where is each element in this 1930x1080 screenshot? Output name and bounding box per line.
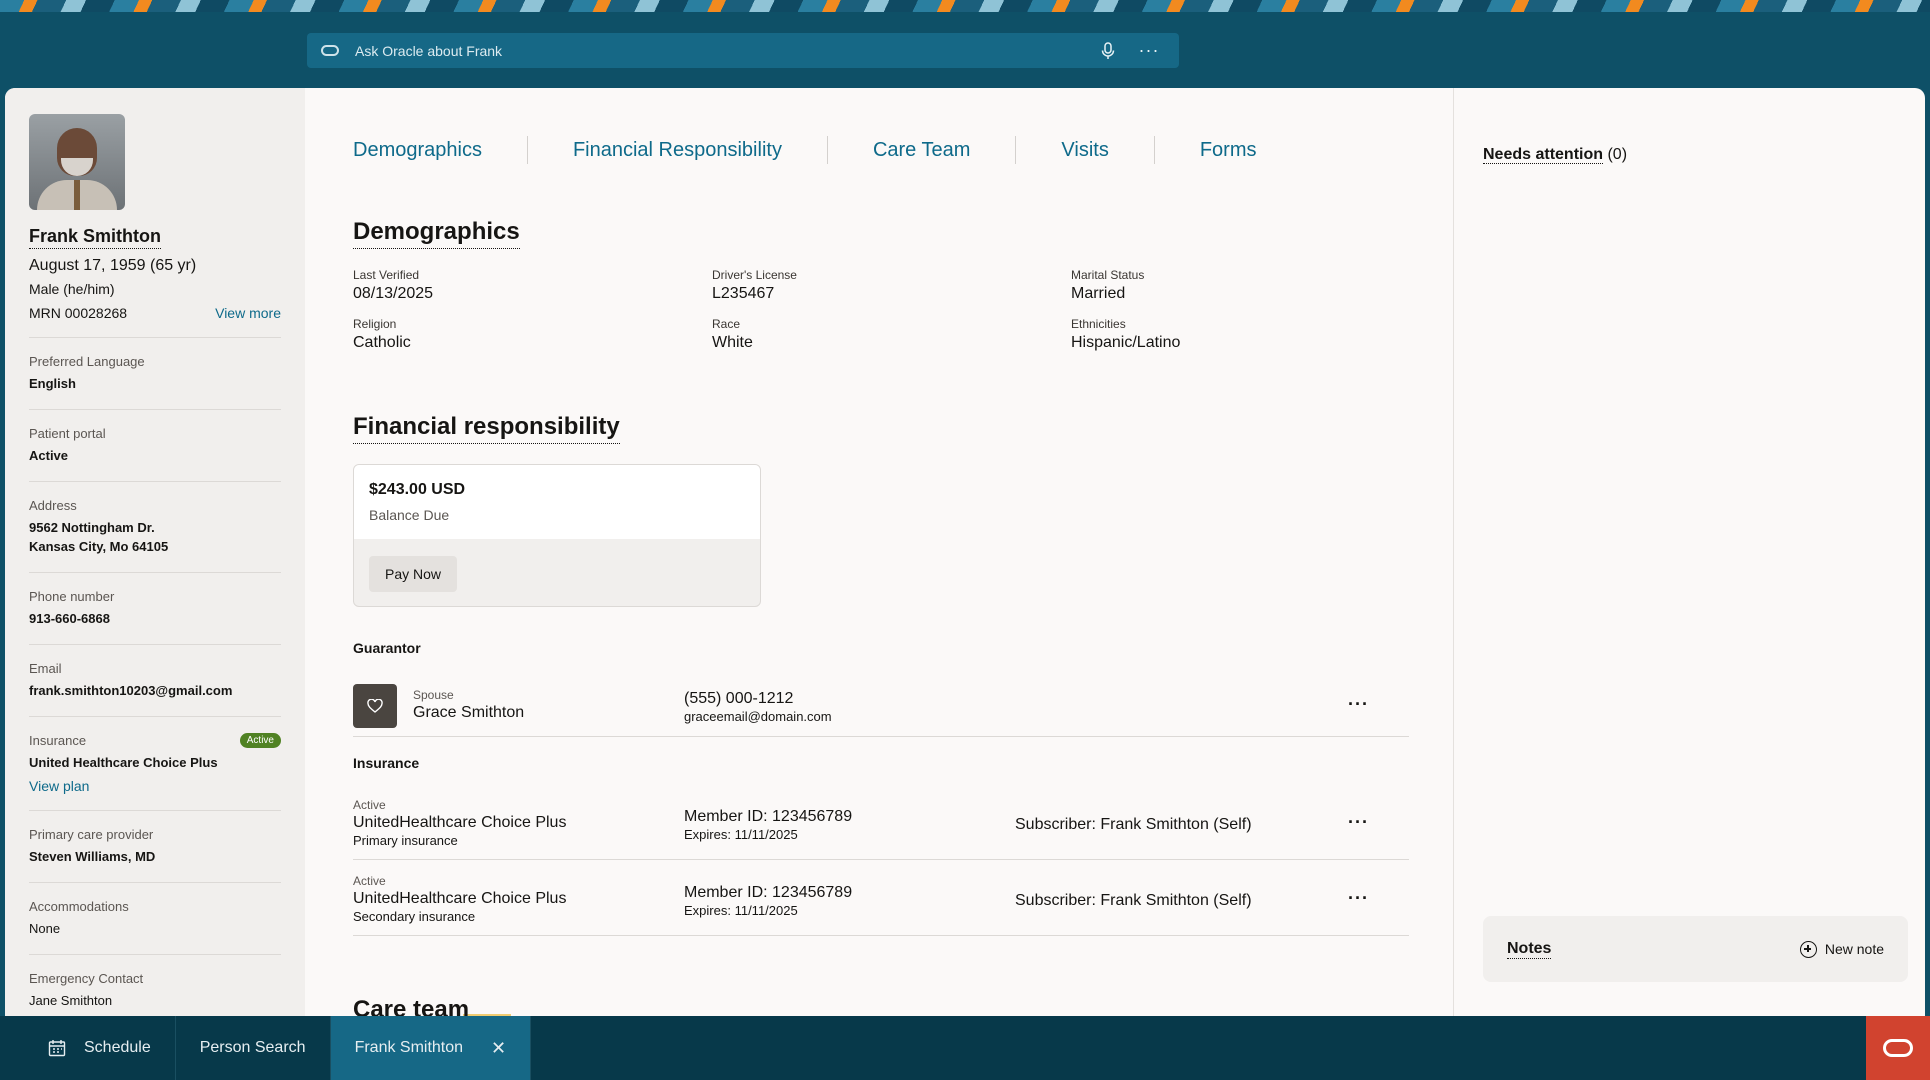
patient-chart: Frank Smithton August 17, 1959 (65 yr) M… <box>5 88 1925 1016</box>
demographics-title: Demographics <box>353 218 520 249</box>
tab-financial-responsibility[interactable]: Financial Responsibility <box>528 136 828 164</box>
notes-title[interactable]: Notes <box>1507 940 1552 959</box>
section-tabs: Demographics Financial Responsibility Ca… <box>353 136 1301 164</box>
insurance-title: Insurance <box>353 755 420 771</box>
app-header: Ask Oracle about Frank ··· <box>5 12 1925 88</box>
patient-name[interactable]: Frank Smithton <box>29 226 162 249</box>
field-drivers-license: Driver's License L235467 <box>712 268 797 302</box>
patient-gender: Male (he/him) <box>29 281 115 297</box>
insurance-row-primary: Active UnitedHealthcare Choice Plus Prim… <box>353 798 1409 860</box>
insurance-more-icon[interactable]: ··· <box>1348 888 1369 909</box>
guarantor-title: Guarantor <box>353 640 421 656</box>
emergency-contact: Emergency Contact Jane Smithton <box>29 954 281 1010</box>
needs-attention[interactable]: Needs attention (0) <box>1483 146 1627 164</box>
address: Address 9562 Nottingham Dr. Kansas City,… <box>29 481 281 556</box>
guarantor-email: graceemail@domain.com <box>684 709 832 724</box>
accommodations: Accommodations None <box>29 882 281 938</box>
ask-oracle-bar[interactable]: Ask Oracle about Frank ··· <box>307 33 1179 68</box>
needs-attention-count: (0) <box>1607 146 1628 163</box>
field-race: Race White <box>712 317 753 351</box>
status-badge: Active <box>239 733 281 748</box>
chart-content: Demographics Financial Responsibility Ca… <box>353 88 1413 1016</box>
patient-sidebar: Frank Smithton August 17, 1959 (65 yr) M… <box>5 88 305 1016</box>
new-note-button[interactable]: New note <box>1799 940 1884 958</box>
view-plan-link[interactable]: View plan <box>29 778 281 794</box>
patient-dob: August 17, 1959 (65 yr) <box>29 257 197 274</box>
phone-number: Phone number 913-660-6868 <box>29 572 281 628</box>
plus-circle-icon <box>1799 940 1817 958</box>
primary-care-provider: Primary care provider Steven Williams, M… <box>29 810 281 866</box>
demographics-grid: Last Verified 08/13/2025 Driver's License… <box>353 268 1353 352</box>
field-religion: Religion Catholic <box>353 317 411 351</box>
tab-forms[interactable]: Forms <box>1155 136 1302 164</box>
right-panel: Needs attention (0) Notes New note <box>1453 88 1925 1016</box>
notes-panel: Notes New note <box>1483 916 1908 982</box>
balance-card: $243.00 USD Balance Due Pay Now <box>353 464 761 607</box>
oracle-logo-icon <box>1883 1039 1913 1057</box>
close-icon[interactable]: ✕ <box>491 1038 506 1059</box>
more-options-icon[interactable]: ··· <box>1137 40 1161 61</box>
insurance-row-secondary: Active UnitedHealthcare Choice Plus Seco… <box>353 874 1409 936</box>
patient-portal: Patient portal Active <box>29 409 281 465</box>
field-marital-status: Marital Status Married <box>1071 268 1145 302</box>
field-last-verified: Last Verified 08/13/2025 <box>353 268 434 302</box>
balance-label: Balance Due <box>369 507 450 523</box>
tab-demographics[interactable]: Demographics <box>353 136 528 164</box>
task-patient-tab[interactable]: Frank Smithton ✕ <box>330 1016 532 1080</box>
header-banner <box>0 0 1930 12</box>
oracle-icon <box>321 45 339 56</box>
guarantor-relation: Spouse <box>413 688 454 702</box>
email: Email frank.smithton10203@gmail.com <box>29 644 281 700</box>
view-more-link[interactable]: View more <box>215 305 281 321</box>
tab-visits[interactable]: Visits <box>1016 136 1155 164</box>
microphone-icon[interactable] <box>1097 40 1119 62</box>
patient-avatar <box>29 114 125 210</box>
task-schedule[interactable]: Schedule <box>0 1016 176 1080</box>
patient-mrn: MRN 00028268 <box>29 305 128 321</box>
guarantor-name: Grace Smithton <box>413 704 525 721</box>
financial-title: Financial responsibility <box>353 413 620 444</box>
insurance-more-icon[interactable]: ··· <box>1348 812 1369 833</box>
bottom-taskbar: Schedule Person Search Frank Smithton ✕ <box>0 1016 1930 1080</box>
oracle-assistant-button[interactable] <box>1866 1016 1930 1080</box>
guarantor-row: Spouse Grace Smithton (555) 000-1212 gra… <box>353 684 1409 737</box>
guarantor-phone: (555) 000-1212 <box>684 690 794 707</box>
task-person-search[interactable]: Person Search <box>176 1016 331 1080</box>
calendar-icon <box>48 1040 66 1057</box>
preferred-language: Preferred Language English <box>29 337 281 393</box>
care-team-title: Care team <box>353 996 469 1016</box>
tab-care-team[interactable]: Care Team <box>828 136 1017 164</box>
guarantor-more-icon[interactable]: ··· <box>1348 694 1369 715</box>
ask-oracle-input[interactable]: Ask Oracle about Frank <box>355 43 1097 59</box>
pay-now-button[interactable]: Pay Now <box>369 556 457 592</box>
field-ethnicities: Ethnicities Hispanic/Latino <box>1071 317 1181 351</box>
insurance: Insurance Active United Healthcare Choic… <box>29 716 281 794</box>
heart-icon <box>353 684 397 728</box>
balance-amount: $243.00 USD <box>369 481 466 498</box>
